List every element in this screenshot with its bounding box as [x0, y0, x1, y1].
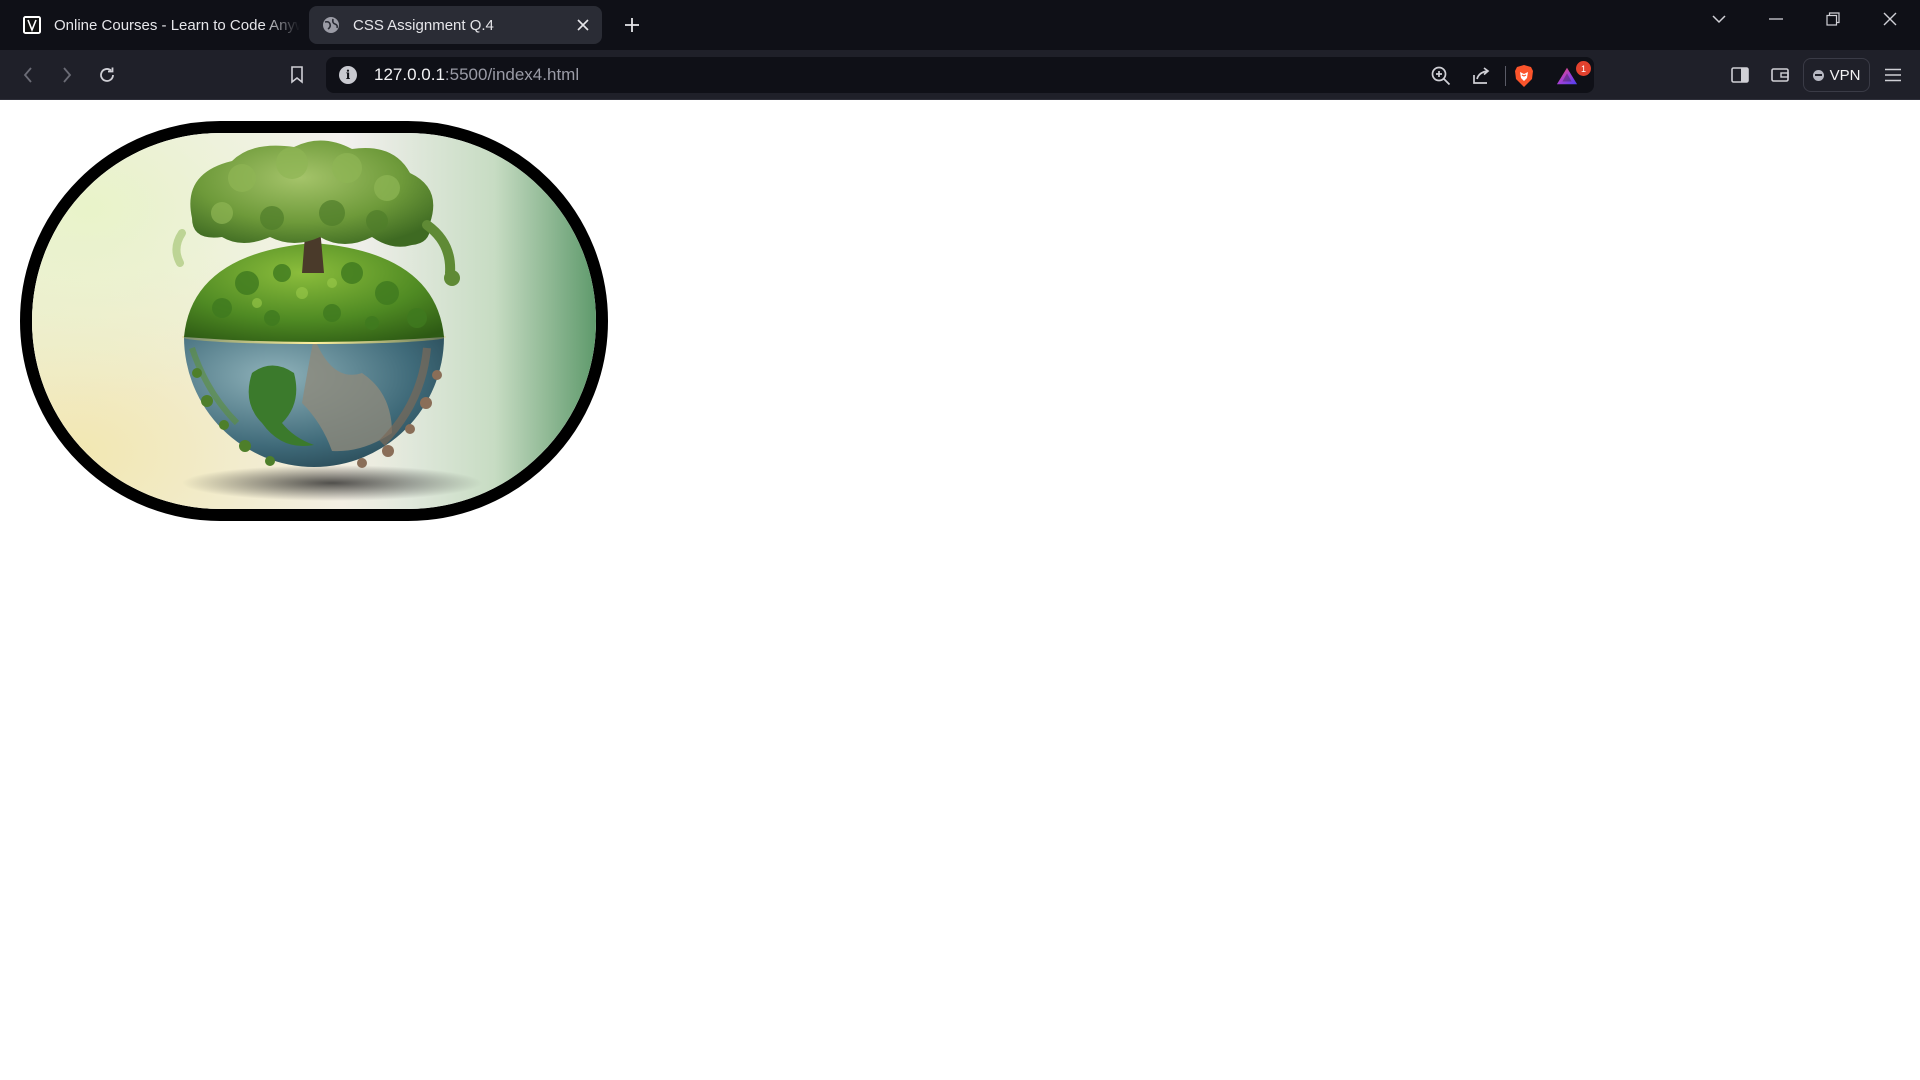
reload-icon[interactable] [92, 60, 122, 90]
url-divider [1505, 66, 1506, 86]
tab-css-assignment[interactable]: CSS Assignment Q.4 [309, 6, 602, 44]
tab-list-chevron-icon[interactable] [1697, 4, 1741, 34]
close-window-icon[interactable] [1868, 4, 1912, 34]
page-viewport [0, 101, 1920, 1080]
menu-icon[interactable] [1878, 60, 1908, 90]
wallet-icon[interactable] [1765, 60, 1795, 90]
back-icon[interactable] [13, 60, 43, 90]
globe-icon [321, 15, 341, 35]
vpn-button[interactable]: VPN [1803, 58, 1870, 92]
tab-title: Online Courses - Learn to Code Anyw [54, 16, 300, 34]
bookmark-icon[interactable] [282, 60, 312, 90]
restore-icon[interactable] [1811, 4, 1855, 34]
sidebar-toggle-icon[interactable] [1725, 60, 1755, 90]
url-text[interactable]: 127.0.0.1:5500/index4.html [374, 57, 579, 93]
brave-rewards-icon[interactable] [1556, 65, 1578, 87]
address-bar[interactable]: i 127.0.0.1:5500/index4.html 1 [326, 57, 1594, 93]
browser-titlebar: Online Courses - Learn to Code Anyw CSS … [0, 0, 1920, 50]
earth-globe-with-tree-image [20, 121, 608, 521]
new-tab-button[interactable] [618, 11, 646, 39]
minimize-icon[interactable] [1754, 4, 1798, 34]
zoom-icon[interactable] [1430, 65, 1452, 87]
browser-toolbar: i 127.0.0.1:5500/index4.html 1 VPN [0, 50, 1920, 100]
share-icon[interactable] [1470, 65, 1492, 87]
tab-title: CSS Assignment Q.4 [353, 16, 494, 34]
site-logo-icon [22, 15, 42, 35]
vpn-label: VPN [1829, 66, 1861, 84]
brave-shields-icon[interactable] [1513, 65, 1535, 87]
site-info-icon[interactable]: i [339, 66, 357, 84]
notification-badge: 1 [1576, 61, 1591, 76]
vpn-status-icon [1812, 69, 1824, 81]
close-tab-icon[interactable] [572, 14, 594, 36]
tab-online-courses[interactable]: Online Courses - Learn to Code Anyw [10, 6, 300, 44]
forward-icon[interactable] [52, 60, 82, 90]
